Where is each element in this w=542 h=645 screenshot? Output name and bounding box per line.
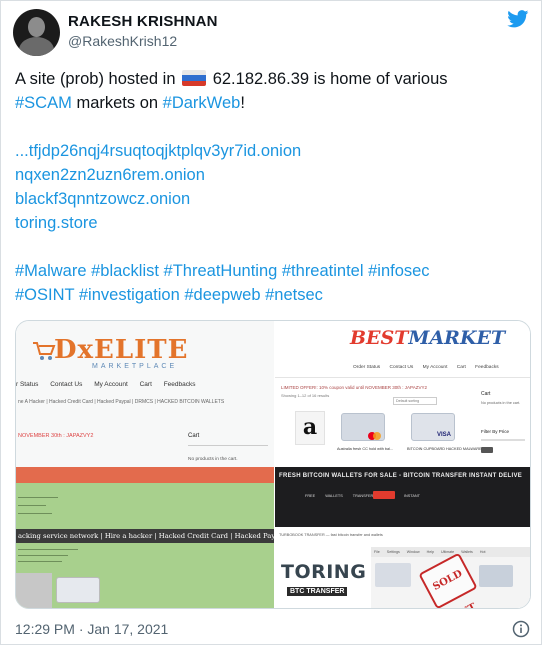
menu-item: Help	[426, 550, 434, 554]
avatar[interactable]	[13, 9, 60, 56]
dxelite-logo-subtext: MARKETPLACE	[92, 363, 178, 370]
dxelite-nav-item: Contact Us	[50, 381, 83, 388]
bestmarket-cart-note: No products in the cart.	[481, 401, 521, 405]
toring-logo-text: TORING	[281, 561, 367, 583]
price-slider	[481, 439, 525, 441]
tweet-line-1: A site (prob) hosted in 62.182.86.39 is …	[15, 67, 535, 91]
bestmarket-logo-market: MARKET	[408, 327, 506, 349]
menu-item: Settings	[386, 550, 400, 554]
hashtags-row-2[interactable]: #OSINT #investigation #deepweb #netsec	[15, 283, 535, 307]
author-handle[interactable]: @RakeshKrish12	[68, 33, 177, 49]
menu-item: File	[374, 550, 380, 554]
bestmarket-nav-item: Order Status	[353, 365, 381, 370]
tweet-media[interactable]: DxELITE MARKETPLACE r Status Contact Us …	[15, 320, 531, 609]
tweet-body: A site (prob) hosted in 62.182.86.39 is …	[15, 67, 535, 307]
divider	[188, 445, 268, 446]
author-name[interactable]: RAKESH KRISHNAN	[68, 13, 218, 30]
tweet-timestamp[interactable]: 12:29 PM · Jan 17, 2021	[15, 621, 168, 637]
bestmarket-cart-title: Cart	[481, 391, 491, 397]
menu-item: Hot	[479, 550, 486, 554]
text-line	[18, 549, 78, 550]
credit-card-image-visa: VISA	[411, 413, 455, 441]
hashtag-darkweb[interactable]: #DarkWeb	[163, 94, 241, 112]
dxelite-logo-text: DxELITE	[54, 335, 189, 365]
hero-button	[373, 491, 395, 499]
text-line	[18, 497, 58, 498]
hashtag-scam[interactable]: #SCAM	[15, 94, 72, 112]
dxelite-banner-bar	[16, 467, 274, 483]
bestmarket-nav: Order Status Contact Us My Account Cart …	[353, 365, 507, 370]
dxelite-cart-note: No products in the cart.	[188, 457, 238, 462]
toring-logo-subtext: BTC TRANSFER	[287, 587, 348, 596]
sold-out-stamp: SOLD OUT	[418, 552, 478, 608]
tweet-text-mid: markets on	[71, 94, 163, 112]
card-image	[375, 563, 411, 587]
tweet-text-end: !	[240, 94, 245, 112]
dxelite-service-strip: acking service network | Hire a hacker |…	[16, 529, 274, 543]
product-thumbnail	[16, 573, 52, 608]
dxelite-cart-title: Cart	[188, 433, 200, 439]
dxelite-nav-item: Feedbacks	[163, 381, 196, 388]
tweet-card: RAKESH KRISHNAN @RakeshKrish12 A site (p…	[0, 0, 542, 645]
hero-tab: TRANSFER	[352, 494, 374, 498]
bestmarket-sort-select: Default sorting	[393, 397, 437, 405]
dxelite-nav-item: r Status	[16, 381, 39, 388]
hashtags-row-1[interactable]: #Malware #blacklist #ThreatHunting #thre…	[15, 259, 535, 283]
bestmarket-subtext: TURBOBOOK TRANSFER — fast bitcoin transf…	[279, 533, 383, 537]
media-image-dxelite[interactable]: DxELITE MARKETPLACE r Status Contact Us …	[16, 321, 274, 608]
bestmarket-nav-item: Feedbacks	[475, 365, 499, 370]
dxelite-subnav: ne A Hacker | Hacked Credit Card | Hacke…	[18, 399, 225, 405]
media-image-bestmarket[interactable]: BESTMARKET Order Status Contact Us My Ac…	[275, 321, 530, 608]
info-circle-icon[interactable]	[512, 620, 530, 638]
text-line	[18, 513, 52, 514]
dxelite-nav-item: My Account	[94, 381, 128, 388]
bestmarket-promo: LIMITED OFFER!: 10% coupon valid until N…	[281, 385, 427, 390]
shopping-cart-icon	[33, 342, 56, 360]
onion-link-2[interactable]: nqxen2zn2uzn6rem.onion	[15, 163, 535, 187]
sold-out-panel: File Settings Window Help Ultimate Walle…	[371, 547, 530, 608]
text-line	[18, 505, 46, 506]
dxelite-promo: NOVEMBER 30th : JAPAZVY2	[18, 433, 94, 439]
bestmarket-results-count: Showing 1–12 of 16 results	[281, 393, 330, 398]
hero-tab: FREE	[305, 494, 316, 498]
product-caption: BITCOIN CUPBOARD HACKED MALWARE 10K	[407, 447, 490, 451]
tweet-line-2: #SCAM markets on #DarkWeb!	[15, 91, 535, 115]
twitter-bird-icon[interactable]	[507, 10, 529, 28]
hero-tab: WALLETS	[325, 494, 343, 498]
onion-link-1[interactable]: ...tfjdp26nqj4rsuqtoqjktplqv3yr7id.onion	[15, 139, 535, 163]
flag-icon	[182, 70, 207, 86]
bestmarket-hero-text: FRESH BITCOIN WALLETS FOR SALE - BITCOIN…	[279, 473, 523, 479]
bestmarket-logo-best: BEST	[350, 327, 409, 349]
dxelite-content-area	[16, 483, 274, 608]
bestmarket-nav-item: Cart	[456, 365, 466, 370]
menu-item: Wallets	[461, 550, 473, 554]
bestmarket-logo: BESTMARKET	[350, 327, 505, 349]
product-caption: Australia fresh CC hold with bal...	[337, 447, 394, 451]
filter-button	[481, 447, 493, 453]
amazon-logo: a	[295, 411, 325, 445]
bestmarket-nav-item: Contact Us	[389, 365, 414, 370]
text-line	[18, 561, 62, 562]
dxelite-nav: r Status Contact Us My Account Cart Feed…	[16, 381, 274, 388]
bestmarket-filter-title: Filter By Price	[481, 429, 510, 434]
hero-tab: INSTANT	[403, 494, 420, 498]
dxelite-nav-item: Cart	[139, 381, 152, 388]
menu-item: Window	[406, 550, 420, 554]
bestmarket-hero-band: FRESH BITCOIN WALLETS FOR SALE - BITCOIN…	[275, 467, 530, 527]
credit-card-image	[341, 413, 385, 441]
tweet-text-ip: 62.182.86.39 is home of various	[212, 70, 448, 88]
card-image	[479, 565, 513, 587]
bestmarket-hero-tabs: FREE WALLETS TRANSFER SEND INSTANT	[305, 494, 429, 498]
menu-item: Ultimate	[441, 550, 455, 554]
onion-link-3[interactable]: blackf3qnntzowcz.onion	[15, 187, 535, 211]
product-card-image	[56, 577, 100, 603]
divider	[275, 377, 530, 378]
tweet-text-intro: A site (prob) hosted in	[15, 70, 176, 88]
bestmarket-nav-item: My Account	[422, 365, 448, 370]
dxelite-logo: DxELITE MARKETPLACE	[32, 335, 187, 373]
toring-link[interactable]: toring.store	[15, 211, 535, 235]
toring-logo: TORING BTC TRANSFER	[281, 547, 366, 608]
text-line	[18, 555, 68, 556]
